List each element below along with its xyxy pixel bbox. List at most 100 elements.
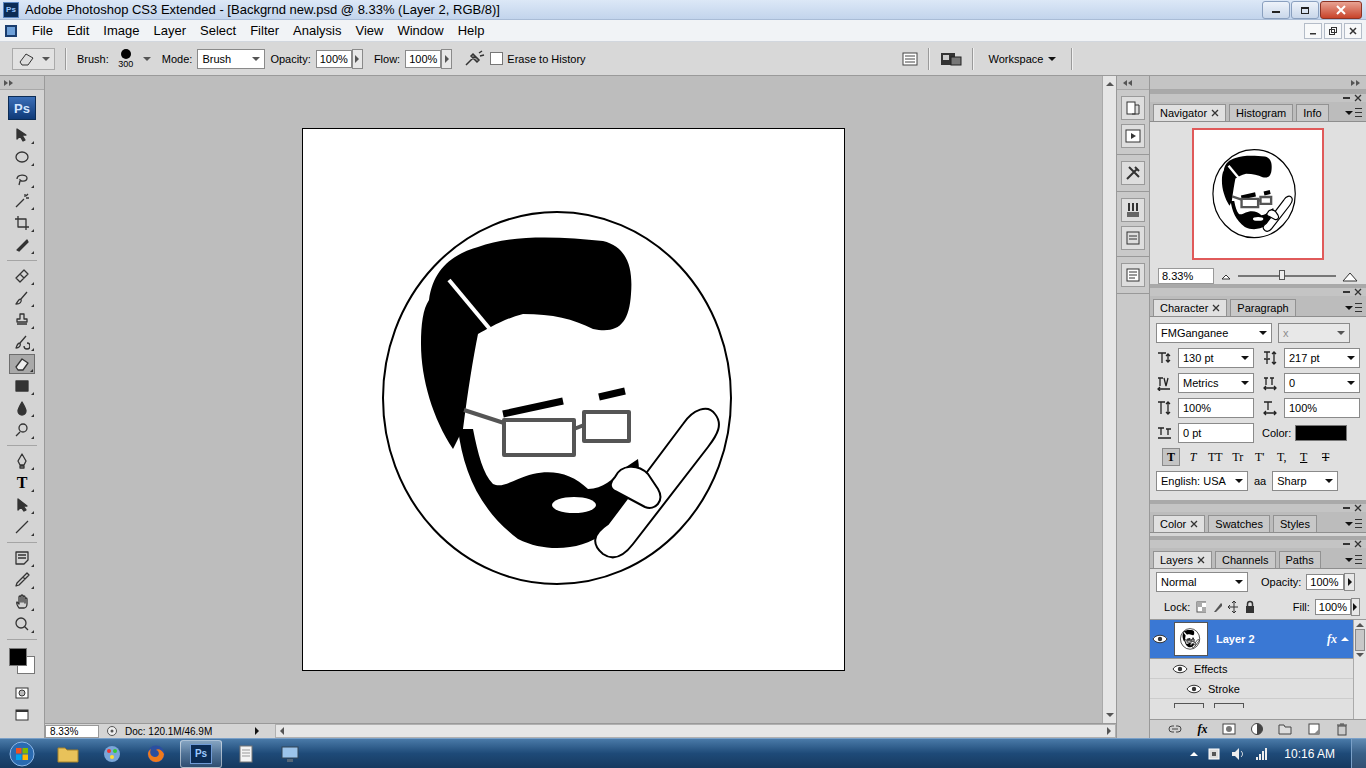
type-style-button[interactable]: T (1184, 448, 1202, 466)
effects-expand-icon[interactable] (1341, 637, 1349, 641)
panel-tab[interactable]: Color (1153, 515, 1205, 532)
baseline-field[interactable]: 0 pt (1178, 423, 1254, 443)
tool-preset-picker[interactable] (12, 48, 55, 70)
blend-mode-select[interactable]: Normal (1156, 572, 1248, 592)
lock-pixels-icon[interactable] (1211, 600, 1222, 614)
pen-tool[interactable] (9, 451, 35, 471)
color-swatches[interactable] (7, 646, 37, 676)
hand-tool[interactable] (9, 592, 35, 612)
lock-position-icon[interactable] (1227, 600, 1238, 614)
panel-menu-button[interactable] (1345, 555, 1362, 564)
history-panel-button[interactable] (1121, 96, 1145, 120)
panel-tab[interactable]: Paths (1279, 551, 1321, 568)
font-family-select[interactable]: FMGanganee (1156, 323, 1272, 343)
layer-opacity-slider-button[interactable] (1344, 573, 1355, 591)
zoom-tool[interactable] (9, 614, 35, 634)
maximize-button[interactable] (1291, 1, 1319, 19)
panel-tab[interactable]: Character (1153, 299, 1227, 316)
antialias-select[interactable]: Sharp (1272, 471, 1338, 491)
toolbox-collapse[interactable] (0, 76, 44, 90)
type-style-button[interactable]: TT (1206, 448, 1225, 466)
trash-icon[interactable] (1335, 722, 1349, 736)
volume-icon[interactable] (1230, 746, 1246, 762)
type-style-button[interactable]: T (1295, 448, 1313, 466)
menu-item[interactable]: Window (390, 23, 450, 38)
flow-field[interactable]: 100% (405, 50, 441, 68)
notes-tool[interactable] (9, 548, 35, 568)
panel-tab[interactable]: Info (1296, 104, 1328, 121)
show-hidden-icons[interactable] (1190, 752, 1198, 756)
close-button[interactable] (1320, 1, 1362, 19)
panel-tab[interactable]: Layers (1153, 551, 1212, 568)
panel-menu-button[interactable] (1345, 303, 1362, 312)
dodge-tool[interactable] (9, 420, 35, 440)
lock-all-icon[interactable] (1243, 600, 1254, 614)
show-desktop-button[interactable] (1351, 739, 1366, 768)
fill-field[interactable]: 100% (1315, 599, 1351, 615)
horizontal-scrollbar[interactable] (275, 724, 1116, 738)
adjustment-layer-icon[interactable] (1250, 722, 1264, 736)
layer-mask-icon[interactable] (1222, 722, 1236, 736)
doc-minimize-button[interactable] (1304, 23, 1322, 39)
eraser-tool[interactable] (9, 354, 35, 374)
tab-close-icon[interactable] (1197, 556, 1205, 564)
menu-item[interactable]: Layer (147, 23, 194, 38)
quick-mask-button[interactable] (9, 683, 35, 703)
navigator-zoom-slider[interactable] (1238, 275, 1336, 277)
panel-menu-button[interactable] (1345, 108, 1362, 117)
tab-close-icon[interactable] (1190, 520, 1198, 528)
status-info-icon[interactable] (105, 725, 119, 737)
menu-item[interactable]: File (25, 23, 60, 38)
eye-icon[interactable] (1172, 663, 1188, 675)
layer-opacity-field[interactable]: 100% (1306, 574, 1344, 590)
menu-item[interactable]: Help (451, 23, 492, 38)
panel-tab[interactable]: Navigator (1153, 104, 1226, 121)
flow-slider-button[interactable] (441, 49, 452, 69)
type-style-button[interactable]: Tr (1229, 448, 1247, 466)
link-layers-icon[interactable] (1167, 723, 1183, 735)
doc-restore-button[interactable] (1324, 23, 1342, 39)
firefox-taskbar-button[interactable] (136, 741, 176, 767)
signal-icon[interactable] (1254, 746, 1270, 762)
panel-close-icon[interactable] (1354, 540, 1362, 548)
panel-close-icon[interactable] (1354, 94, 1362, 102)
path-select-tool[interactable] (9, 495, 35, 515)
status-zoom-field[interactable]: 8.33% (45, 725, 99, 738)
size-field[interactable]: 130 pt (1178, 348, 1254, 368)
dock-collapse[interactable] (1117, 76, 1149, 90)
layer-row[interactable]: Layer 2fx (1150, 620, 1353, 659)
effect-row[interactable]: Stroke (1150, 679, 1353, 699)
paint-taskbar-button[interactable] (92, 741, 132, 767)
blur-tool[interactable] (9, 398, 35, 418)
explorer-taskbar-button[interactable] (48, 741, 88, 767)
gradient-tool[interactable] (9, 376, 35, 396)
lock-transparency-icon[interactable] (1195, 600, 1206, 614)
tab-close-icon[interactable] (1212, 304, 1220, 312)
tab-close-icon[interactable] (1211, 109, 1219, 117)
history-tool[interactable] (9, 332, 35, 352)
clock[interactable]: 10:16 AM (1284, 747, 1335, 761)
stamp-tool[interactable] (9, 310, 35, 330)
foreground-color-swatch[interactable] (9, 648, 27, 666)
photoshop-logo[interactable]: Ps (8, 96, 36, 120)
group-folder-icon[interactable] (1278, 722, 1292, 736)
line-tool[interactable] (9, 517, 35, 537)
slice-tool[interactable] (9, 235, 35, 255)
panel-tab[interactable]: Channels (1215, 551, 1275, 568)
erase-to-history-checkbox[interactable]: Erase to History (490, 52, 585, 65)
language-select[interactable]: English: USA (1156, 471, 1248, 491)
notepad-taskbar-button[interactable] (226, 741, 266, 767)
panel-tab[interactable]: Styles (1273, 515, 1317, 532)
navigator-zoom-field[interactable]: 8.33% (1158, 268, 1214, 284)
brush-picker[interactable]: 300 (114, 49, 138, 69)
effects-row[interactable]: Effects (1150, 659, 1353, 679)
crop-tool[interactable] (9, 213, 35, 233)
layer-comps-button[interactable] (1121, 263, 1145, 287)
panel-close-icon[interactable] (1354, 288, 1362, 296)
leading-field[interactable]: 217 pt (1284, 348, 1360, 368)
type-style-button[interactable]: T' (1251, 448, 1269, 466)
vscale-field[interactable]: 100% (1178, 398, 1254, 418)
menu-item[interactable]: View (348, 23, 390, 38)
navigator-thumbnail[interactable] (1192, 128, 1324, 260)
workspace-menu[interactable]: Workspace (983, 53, 1063, 65)
